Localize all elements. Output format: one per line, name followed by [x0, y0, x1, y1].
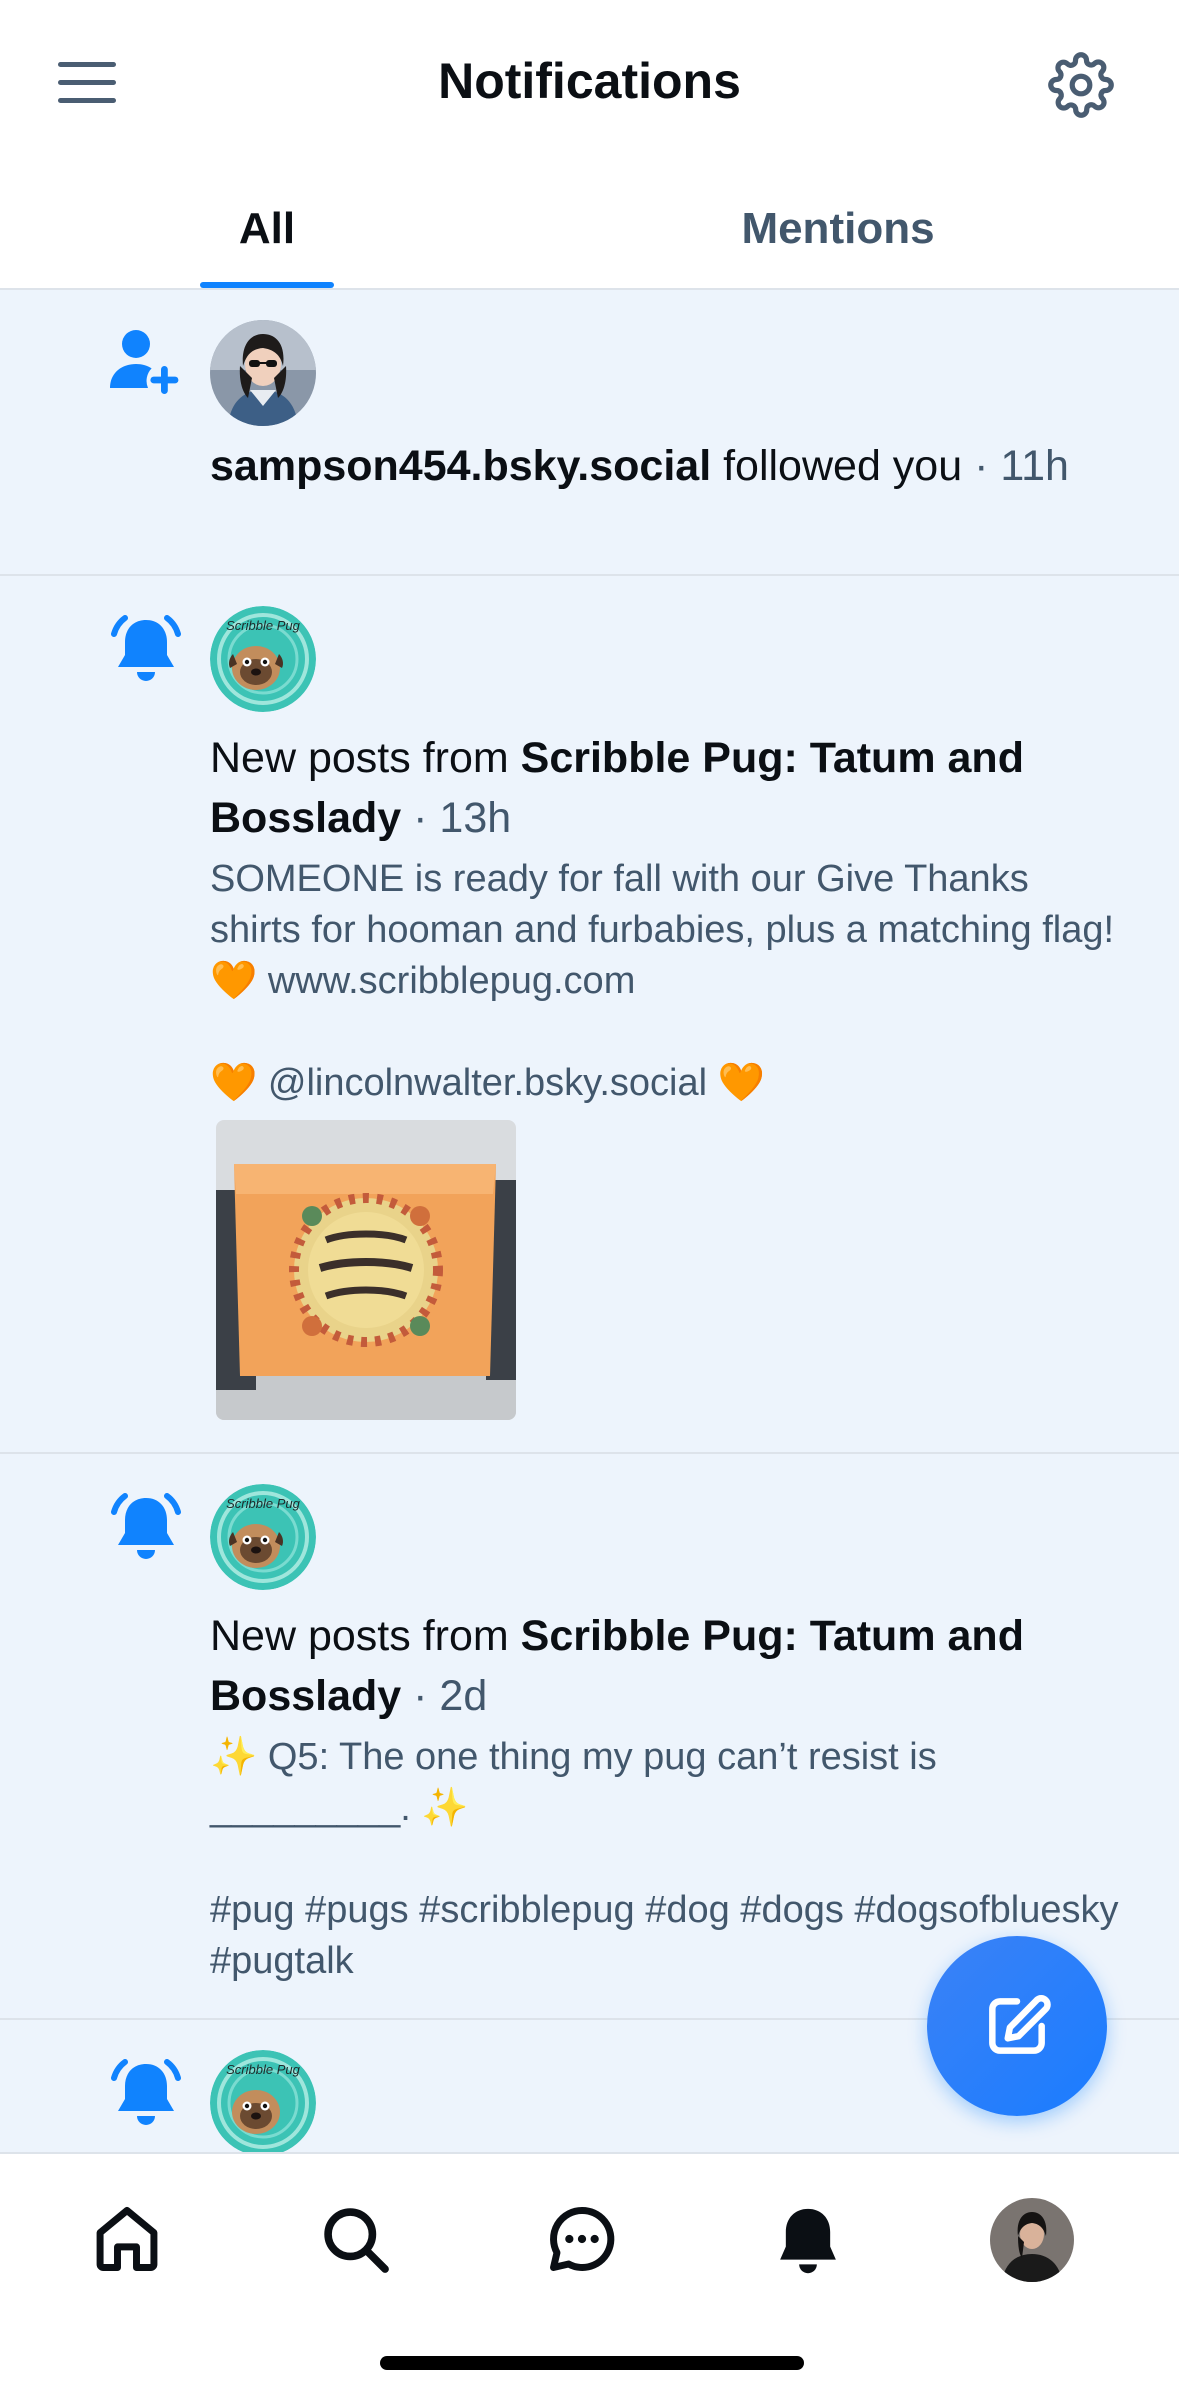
- compose-icon: [989, 1995, 1051, 2054]
- avatar[interactable]: [210, 320, 316, 426]
- notification-prefix: New posts from: [210, 1612, 509, 1660]
- svg-text:Scribble Pug: Scribble Pug: [226, 618, 300, 633]
- avatar[interactable]: Scribble Pug: [210, 2050, 316, 2152]
- home-icon[interactable]: [82, 2194, 172, 2284]
- tab-all[interactable]: All: [200, 170, 334, 288]
- gear-icon[interactable]: [1048, 52, 1114, 118]
- timestamp: · 13h: [413, 794, 512, 842]
- profile-avatar[interactable]: [990, 2198, 1074, 2282]
- svg-text:Scribble Pug: Scribble Pug: [226, 1496, 300, 1511]
- avatar[interactable]: Scribble Pug: [210, 1484, 316, 1590]
- chat-icon[interactable]: [537, 2194, 627, 2284]
- notifications-screen: Notifications All Mentions sampson454.bs…: [0, 0, 1179, 2396]
- bell-ringing-icon: [104, 608, 184, 688]
- header: Notifications: [0, 0, 1179, 160]
- active-tab-indicator: [200, 282, 334, 288]
- page-title: Notifications: [438, 53, 741, 109]
- home-indicator: [380, 2356, 804, 2370]
- tab-mentions[interactable]: Mentions: [700, 170, 976, 288]
- avatar[interactable]: Scribble Pug: [210, 606, 316, 712]
- search-icon[interactable]: [310, 2194, 400, 2284]
- post-text[interactable]: SOMEONE is ready for fall with our Give …: [210, 854, 1129, 1109]
- notification-item[interactable]: Scribble Pug New posts from Scribble Pug…: [0, 576, 1179, 1454]
- follow-action-text: followed you: [723, 442, 963, 490]
- person-plus-icon: [104, 322, 184, 402]
- svg-text:Scribble Pug: Scribble Pug: [226, 2062, 300, 2077]
- notification-feed[interactable]: sampson454.bsky.social followed you · 11…: [0, 290, 1179, 2152]
- notification-item[interactable]: Scribble Pug New posts from Scribble Pug…: [0, 1454, 1179, 2020]
- follower-handle[interactable]: sampson454.bsky.social: [210, 442, 711, 490]
- tab-bar: All Mentions: [0, 170, 1179, 290]
- bell-icon[interactable]: [763, 2194, 853, 2284]
- notification-item[interactable]: sampson454.bsky.social followed you · 11…: [0, 290, 1179, 576]
- timestamp: · 11h: [974, 442, 1069, 490]
- compose-button[interactable]: [927, 1936, 1107, 2116]
- post-image-thumbnail[interactable]: [216, 1120, 516, 1420]
- timestamp: · 2d: [413, 1672, 488, 1720]
- notification-prefix: New posts from: [210, 734, 509, 782]
- bell-ringing-icon: [104, 1486, 184, 1566]
- bell-ringing-icon: [104, 2052, 184, 2132]
